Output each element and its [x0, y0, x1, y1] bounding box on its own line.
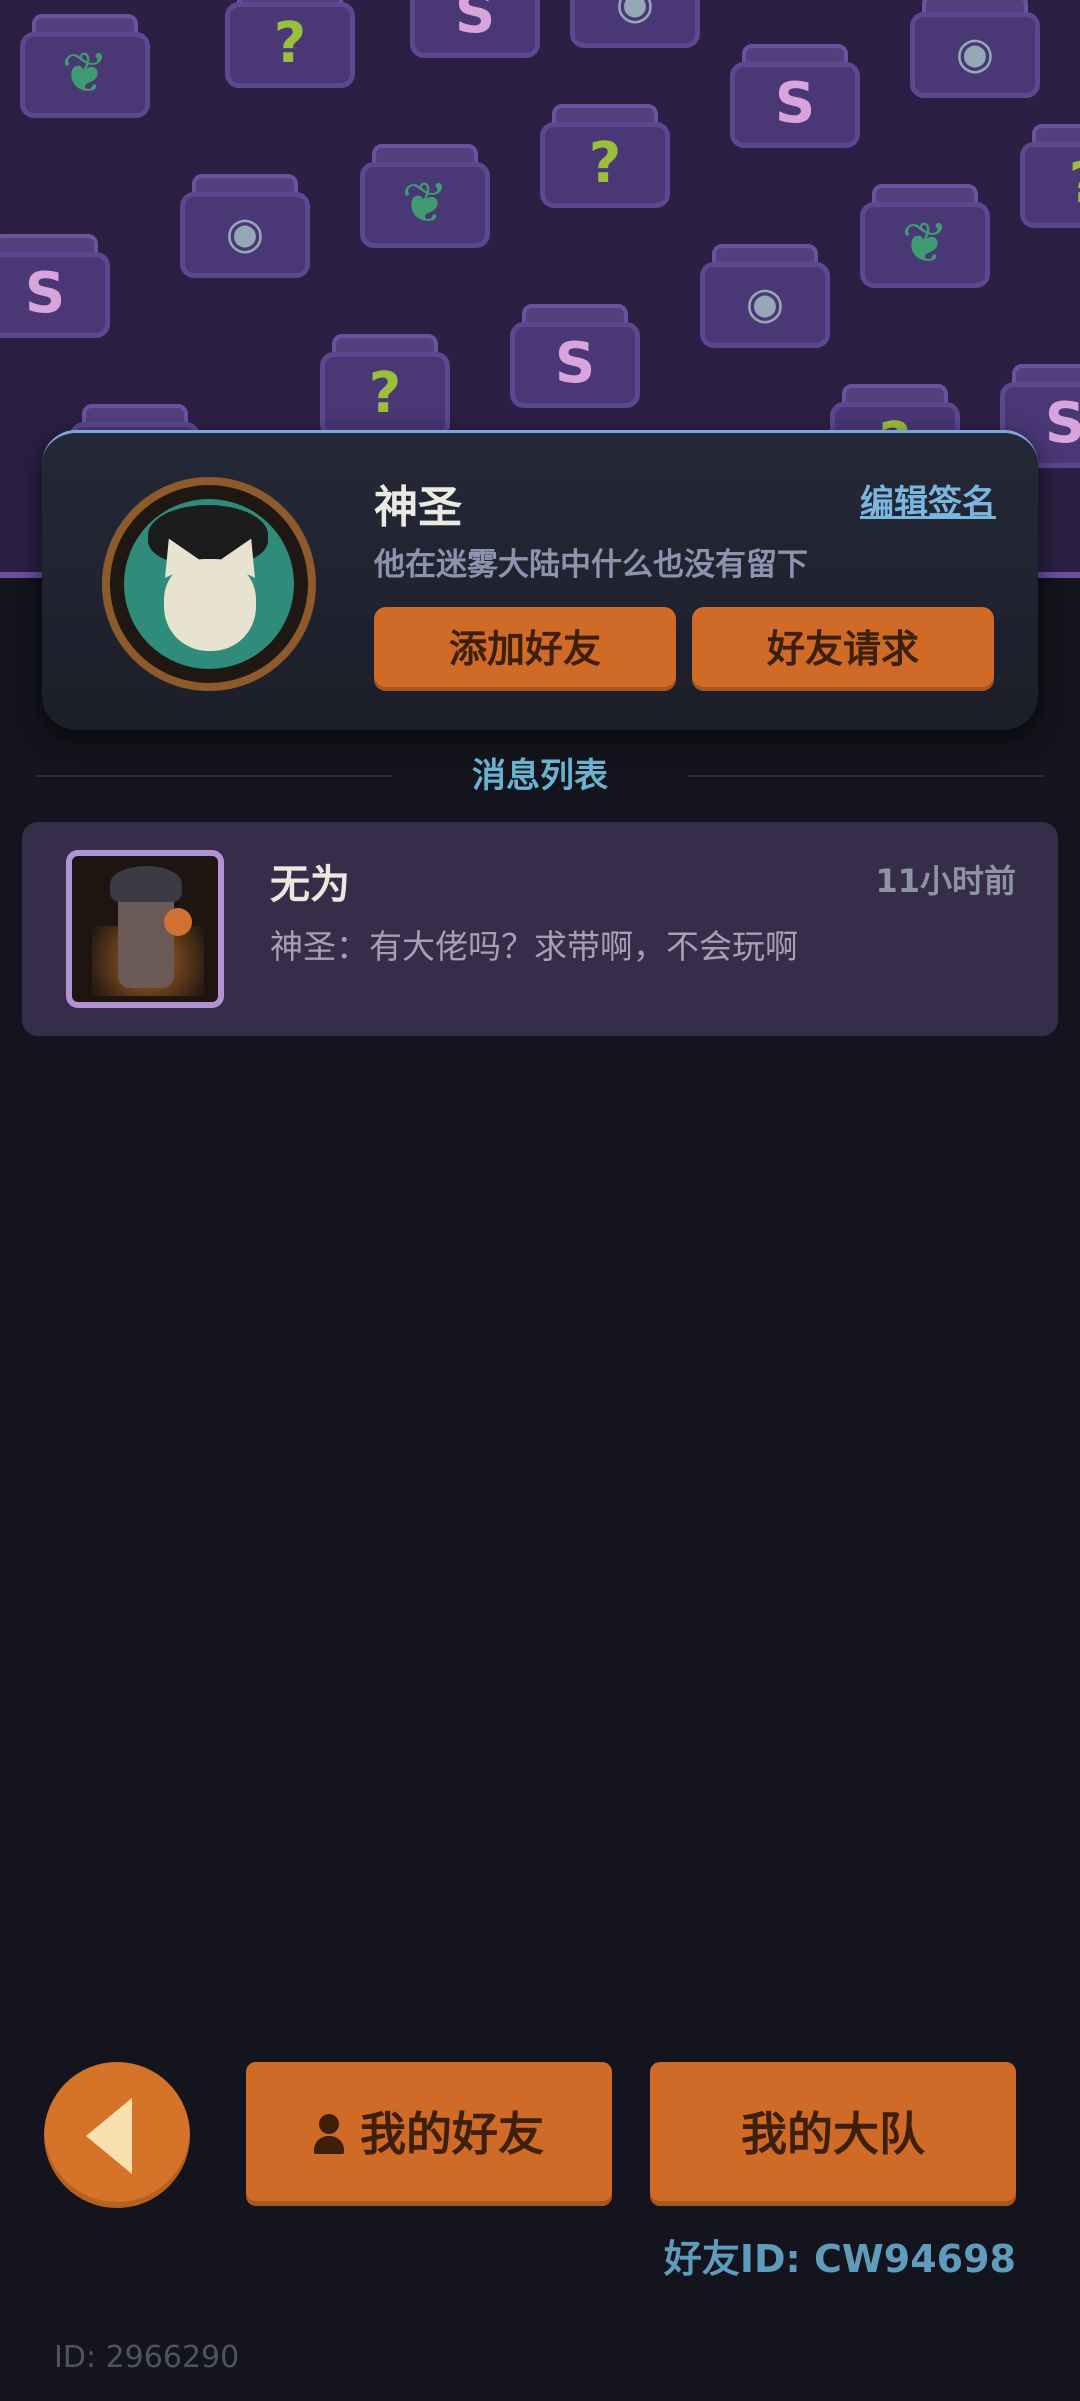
contact-avatar: [66, 850, 224, 1008]
my-friends-label: 我的好友: [360, 2107, 544, 2161]
profile-name: 神圣: [374, 482, 462, 533]
chest-tile-icon: ❦: [10, 10, 160, 130]
profile-signature: 他在迷雾大陆中什么也没有留下: [374, 547, 808, 583]
chest-tile-icon: ❦: [850, 180, 1000, 300]
message-time: 11小时前: [875, 862, 1016, 900]
chest-tile-icon: S: [720, 40, 870, 160]
profile-avatar[interactable]: [102, 477, 316, 691]
back-arrow-icon: [86, 2098, 132, 2174]
chest-tile-icon: ◉: [690, 240, 840, 360]
contact-name: 无为: [270, 862, 350, 908]
chest-tile-icon: ?: [215, 0, 365, 100]
message-list-title: 消息列表: [472, 756, 608, 796]
my-squad-button[interactable]: 我的大队: [650, 2062, 1016, 2206]
chest-tile-icon: ?: [530, 100, 680, 220]
back-button[interactable]: [44, 2062, 190, 2208]
cat-character-icon: [124, 499, 294, 669]
chest-tile-icon: ◉: [900, 0, 1050, 110]
message-list-item[interactable]: 无为 11小时前 神圣：有大佬吗？求带啊，不会玩啊: [22, 822, 1058, 1036]
chest-tile-icon: S: [400, 0, 550, 70]
add-friend-button[interactable]: 添加好友: [374, 607, 676, 691]
edit-signature-link[interactable]: 编辑签名: [860, 475, 996, 524]
message-preview: 神圣：有大佬吗？求带啊，不会玩啊: [270, 927, 798, 966]
chest-tile-icon: ◉: [560, 0, 710, 60]
my-friends-button[interactable]: 我的好友: [246, 2062, 612, 2206]
chest-tile-icon: S: [500, 300, 650, 420]
user-id-text: ID: 2966290: [54, 2340, 240, 2375]
chest-tile-icon: S: [0, 230, 120, 350]
chest-tile-icon: ◉: [170, 170, 320, 290]
friend-request-button[interactable]: 好友请求: [692, 607, 994, 691]
person-icon: [314, 2113, 344, 2154]
profile-card: 神圣 编辑签名 他在迷雾大陆中什么也没有留下 添加好友 好友请求: [42, 430, 1038, 730]
chest-tile-icon: ❦: [350, 140, 500, 260]
chest-tile-icon: ?: [1010, 120, 1080, 240]
friend-id-text: 好友ID: CW94698: [663, 2237, 1016, 2281]
